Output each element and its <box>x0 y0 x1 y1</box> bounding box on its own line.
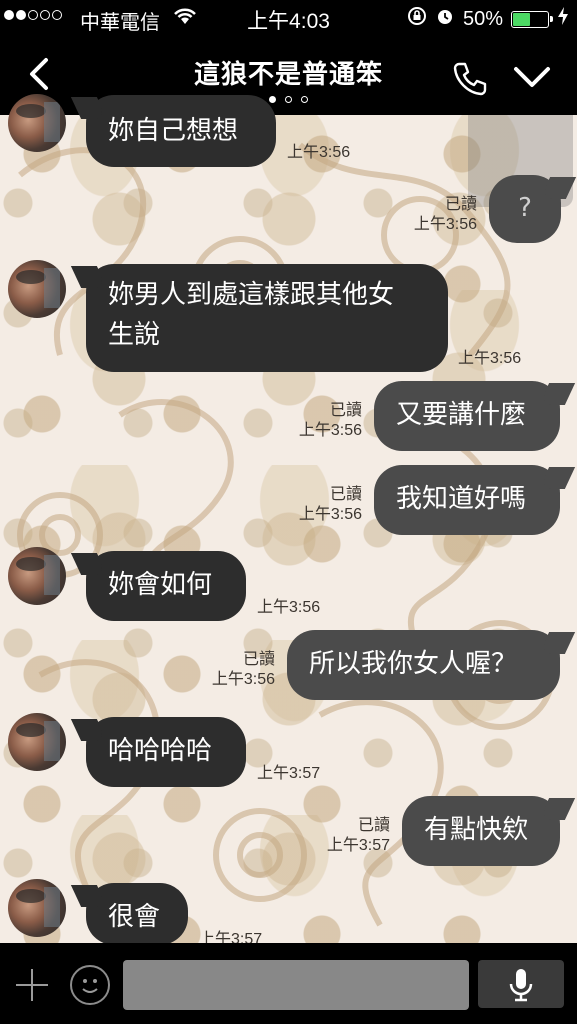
message-time: 上午3:57 <box>257 765 321 782</box>
message-bubble-outgoing[interactable]: 有點快欸 <box>402 796 560 866</box>
status-bar: 中華電信 上午4:03 50% <box>0 0 577 38</box>
message-meta: 已讀 上午3:57 <box>308 816 390 856</box>
message-text: 很會 <box>108 902 161 932</box>
message-text: 妳自己想想 <box>108 116 239 146</box>
message-meta: 已讀 上午3:56 <box>280 485 362 525</box>
plus-icon <box>16 969 48 1001</box>
message-input[interactable] <box>123 960 469 1010</box>
message-bubble-incoming[interactable]: 很會 <box>86 883 188 945</box>
message-text: 妳會如何 <box>108 570 213 600</box>
message-time: 上午3:56 <box>287 144 351 161</box>
message-bubble-incoming[interactable]: 妳自己想想 <box>86 95 276 167</box>
microphone-icon <box>509 969 533 1002</box>
message-text: 又要講什麼 <box>396 400 527 430</box>
message-time: 上午3:56 <box>257 599 321 616</box>
read-receipt: 已讀 <box>329 486 362 503</box>
avatar[interactable] <box>8 879 66 937</box>
read-receipt: 已讀 <box>329 402 362 419</box>
message-time: 上午3:56 <box>211 671 275 688</box>
battery-icon <box>511 10 553 28</box>
message-time: 上午3:56 <box>298 506 362 523</box>
voice-button[interactable] <box>478 960 564 1008</box>
avatar[interactable] <box>8 547 66 605</box>
message-time: 上午3:57 <box>326 837 390 854</box>
chevron-down-icon <box>514 67 550 87</box>
message-text: ? <box>518 193 532 223</box>
smiley-icon <box>82 979 98 993</box>
read-receipt: 已讀 <box>242 651 275 668</box>
menu-toggle-button[interactable] <box>512 62 552 92</box>
message-bubble-outgoing[interactable]: 我知道好嗎 <box>374 465 560 535</box>
message-time: 上午3:56 <box>298 422 362 439</box>
avatar[interactable] <box>8 94 66 152</box>
message-meta: 已讀 上午3:56 <box>280 401 362 441</box>
avatar[interactable] <box>8 260 66 318</box>
message-text: 我知道好嗎 <box>396 484 527 514</box>
call-button[interactable] <box>450 58 490 98</box>
message-text-line: 妳男人到處這樣跟其他女 <box>108 280 395 310</box>
message-bubble-outgoing[interactable]: 所以我你女人喔？ <box>287 630 560 700</box>
alarm-icon <box>435 6 455 32</box>
attach-button[interactable] <box>14 967 50 1003</box>
message-bubble-outgoing[interactable]: ? <box>489 175 561 243</box>
battery-percent: 50% <box>462 7 503 30</box>
phone-icon <box>453 62 487 96</box>
message-text: 有點快欸 <box>424 815 529 845</box>
message-bubble-incoming[interactable]: 妳會如何 <box>86 551 246 621</box>
message-bubble-incoming[interactable]: 哈哈哈哈 <box>86 717 246 787</box>
message-input-bar <box>0 943 577 1024</box>
rotation-lock-icon <box>407 6 427 32</box>
message-meta: 已讀 上午3:56 <box>193 650 275 690</box>
read-receipt: 已讀 <box>357 817 390 834</box>
message-time: 上午3:56 <box>458 350 522 367</box>
charging-icon <box>557 6 569 32</box>
message-bubble-incoming[interactable]: 妳男人到處這樣跟其他女 生說 <box>86 264 448 372</box>
message-text: 哈哈哈哈 <box>108 736 213 766</box>
message-time: 上午3:56 <box>413 216 477 233</box>
message-text: 所以我你女人喔？ <box>309 649 518 679</box>
message-text-line: 生說 <box>108 320 161 350</box>
message-meta: 已讀 上午3:56 <box>395 195 477 235</box>
read-receipt: 已讀 <box>444 196 477 213</box>
message-bubble-outgoing[interactable]: 又要講什麼 <box>374 381 560 451</box>
avatar[interactable] <box>8 713 66 771</box>
chat-title[interactable]: 這狼不是普通笨 <box>0 54 577 91</box>
emoji-button[interactable] <box>70 965 110 1005</box>
